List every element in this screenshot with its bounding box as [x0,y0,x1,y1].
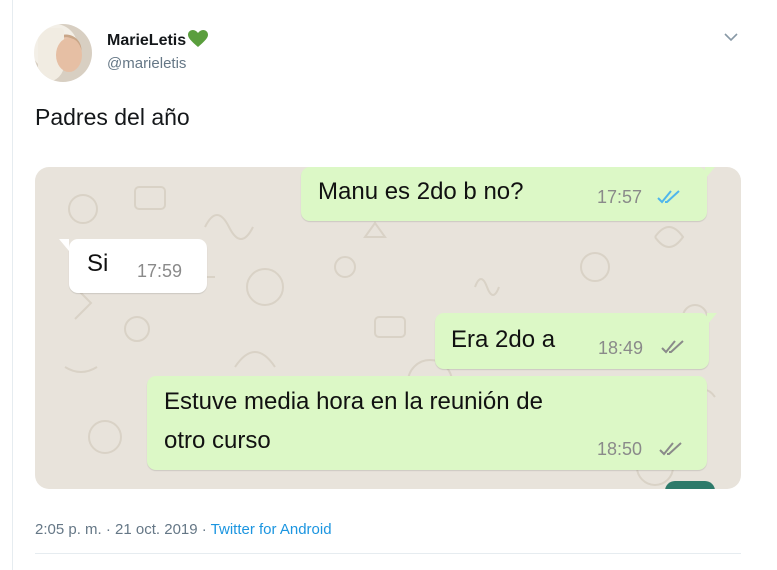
message-time: 18:49 [598,338,644,358]
tweet-source-link[interactable]: Twitter for Android [211,521,332,538]
tweet-timestamp[interactable]: 2:05 p. m. · 21 oct. 2019 [35,521,198,538]
message-time: 17:59 [137,261,183,281]
bubble-tail [705,167,715,179]
divider [35,553,741,554]
tweet-text: Padres del año [35,104,190,130]
message-text: Si [87,250,109,277]
display-name-text: MarieLetis [107,32,187,49]
timeline-border [12,0,13,570]
chat-bubble-outgoing[interactable]: Era 2do a 18:49 [435,313,709,369]
read-double-tick-icon [657,190,680,204]
delivered-double-tick-icon [661,340,684,354]
green-heart-icon [188,30,209,47]
message-time: 17:57 [597,187,643,207]
chat-bubble-outgoing[interactable]: Manu es 2do b no? 17:57 [301,167,707,221]
chat-bubble-incoming[interactable]: Si 17:59 [69,239,207,293]
whatsapp-screenshot-image[interactable]: Manu es 2do b no? 17:57 Si 17:59 Era 2do… [35,167,741,489]
more-options-chevron-icon[interactable] [722,30,740,44]
message-text-line-2: otro curso [164,427,271,454]
message-text-line-1: Estuve media hora en la reunión de [164,388,543,415]
delivered-double-tick-icon [659,442,682,456]
message-text: Era 2do a [451,326,556,353]
partial-bubble-edge [665,481,715,489]
meta-separator: · [197,521,211,538]
chat-bubble-outgoing[interactable]: Estuve media hora en la reunión de otro … [147,376,707,470]
bubble-tail [707,313,717,325]
message-text: Manu es 2do b no? [318,178,524,205]
tweet-metadata: 2:05 p. m. · 21 oct. 2019 · Twitter for … [35,521,332,538]
message-time: 18:50 [597,439,643,459]
avatar[interactable] [34,24,92,82]
user-handle[interactable]: @marieletis [107,55,186,72]
bubble-tail [59,239,69,251]
display-name[interactable]: MarieLetis [107,30,209,50]
